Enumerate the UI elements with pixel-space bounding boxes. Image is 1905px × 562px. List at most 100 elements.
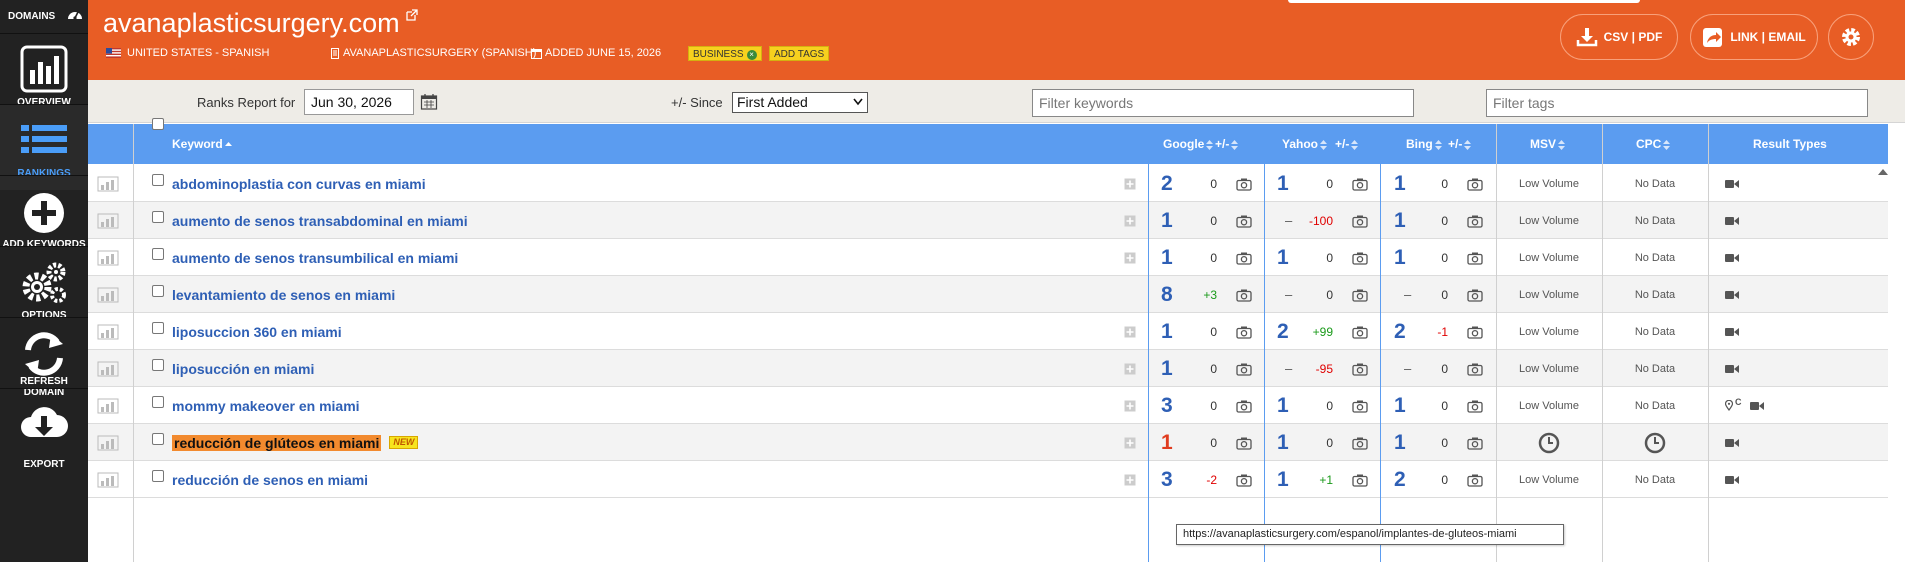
row-checkbox[interactable]: [152, 433, 164, 445]
keyword-link[interactable]: abdominoplastia con curvas en miami: [172, 176, 426, 192]
camera-icon[interactable]: [1236, 399, 1252, 413]
camera-icon[interactable]: [1467, 436, 1483, 450]
external-link-icon[interactable]: [406, 9, 418, 21]
expand-icon[interactable]: [1124, 326, 1136, 338]
expand-icon[interactable]: [1124, 437, 1136, 449]
keyword-link[interactable]: levantamiento de senos en miami: [172, 287, 395, 303]
chart-icon[interactable]: [97, 176, 119, 192]
camera-icon[interactable]: [1352, 473, 1368, 487]
camera-icon[interactable]: [1352, 362, 1368, 376]
keyword-link[interactable]: aumento de senos transumbilical en miami: [172, 250, 458, 266]
expand-icon[interactable]: [1124, 474, 1136, 486]
yahoo-change-header[interactable]: +/-: [1335, 124, 1359, 164]
camera-icon[interactable]: [1467, 288, 1483, 302]
report-date-input[interactable]: Jun 30, 2026: [304, 89, 414, 115]
google-header[interactable]: Google: [1163, 124, 1214, 164]
keyword-link[interactable]: reducción de senos en miami: [172, 472, 368, 488]
camera-icon[interactable]: [1467, 473, 1483, 487]
business-tag[interactable]: BUSINESS ×: [688, 46, 762, 61]
csv-pdf-label: CSV | PDF: [1603, 30, 1663, 44]
chart-icon[interactable]: [97, 472, 119, 488]
msv-header[interactable]: MSV: [1530, 124, 1566, 164]
camera-icon[interactable]: [1352, 288, 1368, 302]
chart-icon[interactable]: [97, 213, 119, 229]
row-checkbox[interactable]: [152, 322, 164, 334]
cpc-header[interactable]: CPC: [1636, 124, 1671, 164]
keyword-link[interactable]: aumento de senos transabdominal en miami: [172, 213, 468, 229]
camera-icon[interactable]: [1236, 473, 1252, 487]
camera-icon[interactable]: [1352, 436, 1368, 450]
add-tags-button[interactable]: ADD TAGS: [769, 46, 830, 61]
chart-icon[interactable]: [97, 250, 119, 266]
camera-icon[interactable]: [1236, 214, 1252, 228]
camera-icon[interactable]: [1467, 325, 1483, 339]
remove-tag-icon[interactable]: ×: [746, 50, 757, 60]
row-checkbox[interactable]: [152, 359, 164, 371]
camera-icon[interactable]: [1352, 214, 1368, 228]
sidebar-item-export[interactable]: EXPORT: [0, 388, 88, 474]
expand-icon[interactable]: [1124, 400, 1136, 412]
filter-tags-input[interactable]: Filter tags: [1486, 89, 1868, 117]
keyword-link[interactable]: mommy makeover en miami: [172, 398, 360, 414]
domains-link[interactable]: DOMAINS: [0, 0, 88, 32]
bing-header[interactable]: Bing: [1406, 124, 1442, 164]
chart-icon[interactable]: [97, 361, 119, 377]
chart-icon[interactable]: [97, 287, 119, 303]
camera-icon[interactable]: [1236, 436, 1252, 450]
csv-pdf-button[interactable]: CSV | PDF: [1560, 14, 1678, 60]
google-change-header[interactable]: +/-: [1215, 124, 1239, 164]
keyword-link[interactable]: liposucción en miami: [172, 361, 314, 377]
camera-icon[interactable]: [1236, 325, 1252, 339]
camera-icon[interactable]: [1236, 251, 1252, 265]
camera-icon[interactable]: [1352, 251, 1368, 265]
row-checkbox[interactable]: [152, 285, 164, 297]
link-email-button[interactable]: LINK | EMAIL: [1690, 14, 1818, 60]
cpc-value: No Data: [1634, 288, 1676, 301]
expand-icon[interactable]: [1124, 215, 1136, 227]
bing-change: 0: [1441, 361, 1448, 376]
row-checkbox[interactable]: [152, 211, 164, 223]
camera-icon[interactable]: [1236, 177, 1252, 191]
column-divider: [1148, 124, 1149, 562]
column-divider: [1264, 124, 1265, 562]
chart-icon[interactable]: [97, 324, 119, 340]
row-checkbox[interactable]: [152, 396, 164, 408]
bing-rank: 1: [1394, 245, 1406, 269]
settings-button[interactable]: [1828, 14, 1874, 60]
msv-header-label: MSV: [1530, 137, 1557, 151]
since-select[interactable]: First Added: [732, 92, 868, 113]
camera-icon[interactable]: [1467, 362, 1483, 376]
keyword-link[interactable]: reducción de glúteos en miami: [172, 434, 382, 451]
chart-icon[interactable]: [97, 435, 119, 451]
scroll-up-icon[interactable]: [1878, 168, 1888, 176]
row-checkbox[interactable]: [152, 248, 164, 260]
gauge-icon[interactable]: [67, 7, 83, 21]
filter-keywords-input[interactable]: Filter keywords: [1032, 89, 1414, 117]
camera-icon[interactable]: [1352, 325, 1368, 339]
bing-change-header[interactable]: +/-: [1448, 124, 1472, 164]
row-checkbox[interactable]: [152, 470, 164, 482]
keyword-header[interactable]: Keyword: [172, 124, 232, 164]
camera-icon[interactable]: [1236, 288, 1252, 302]
select-all-checkbox[interactable]: [152, 118, 164, 158]
yahoo-header[interactable]: Yahoo: [1282, 124, 1328, 164]
expand-icon[interactable]: [1124, 178, 1136, 190]
expand-icon[interactable]: [1124, 252, 1136, 264]
chart-icon[interactable]: [97, 398, 119, 414]
camera-icon[interactable]: [1467, 214, 1483, 228]
domain-title[interactable]: avanaplasticsurgery.com: [103, 8, 400, 39]
msv-value: Low Volume: [1519, 251, 1579, 264]
calendar-small-icon: [531, 48, 542, 59]
dropdown-panel-edge: [1288, 0, 1640, 3]
yahoo-change: 0: [1326, 435, 1333, 450]
calendar-icon[interactable]: [420, 93, 438, 111]
camera-icon[interactable]: [1352, 399, 1368, 413]
camera-icon[interactable]: [1467, 251, 1483, 265]
row-checkbox[interactable]: [152, 174, 164, 186]
camera-icon[interactable]: [1236, 362, 1252, 376]
camera-icon[interactable]: [1467, 399, 1483, 413]
camera-icon[interactable]: [1467, 177, 1483, 191]
keyword-link[interactable]: liposuccion 360 en miami: [172, 324, 342, 340]
camera-icon[interactable]: [1352, 177, 1368, 191]
expand-icon[interactable]: [1124, 363, 1136, 375]
